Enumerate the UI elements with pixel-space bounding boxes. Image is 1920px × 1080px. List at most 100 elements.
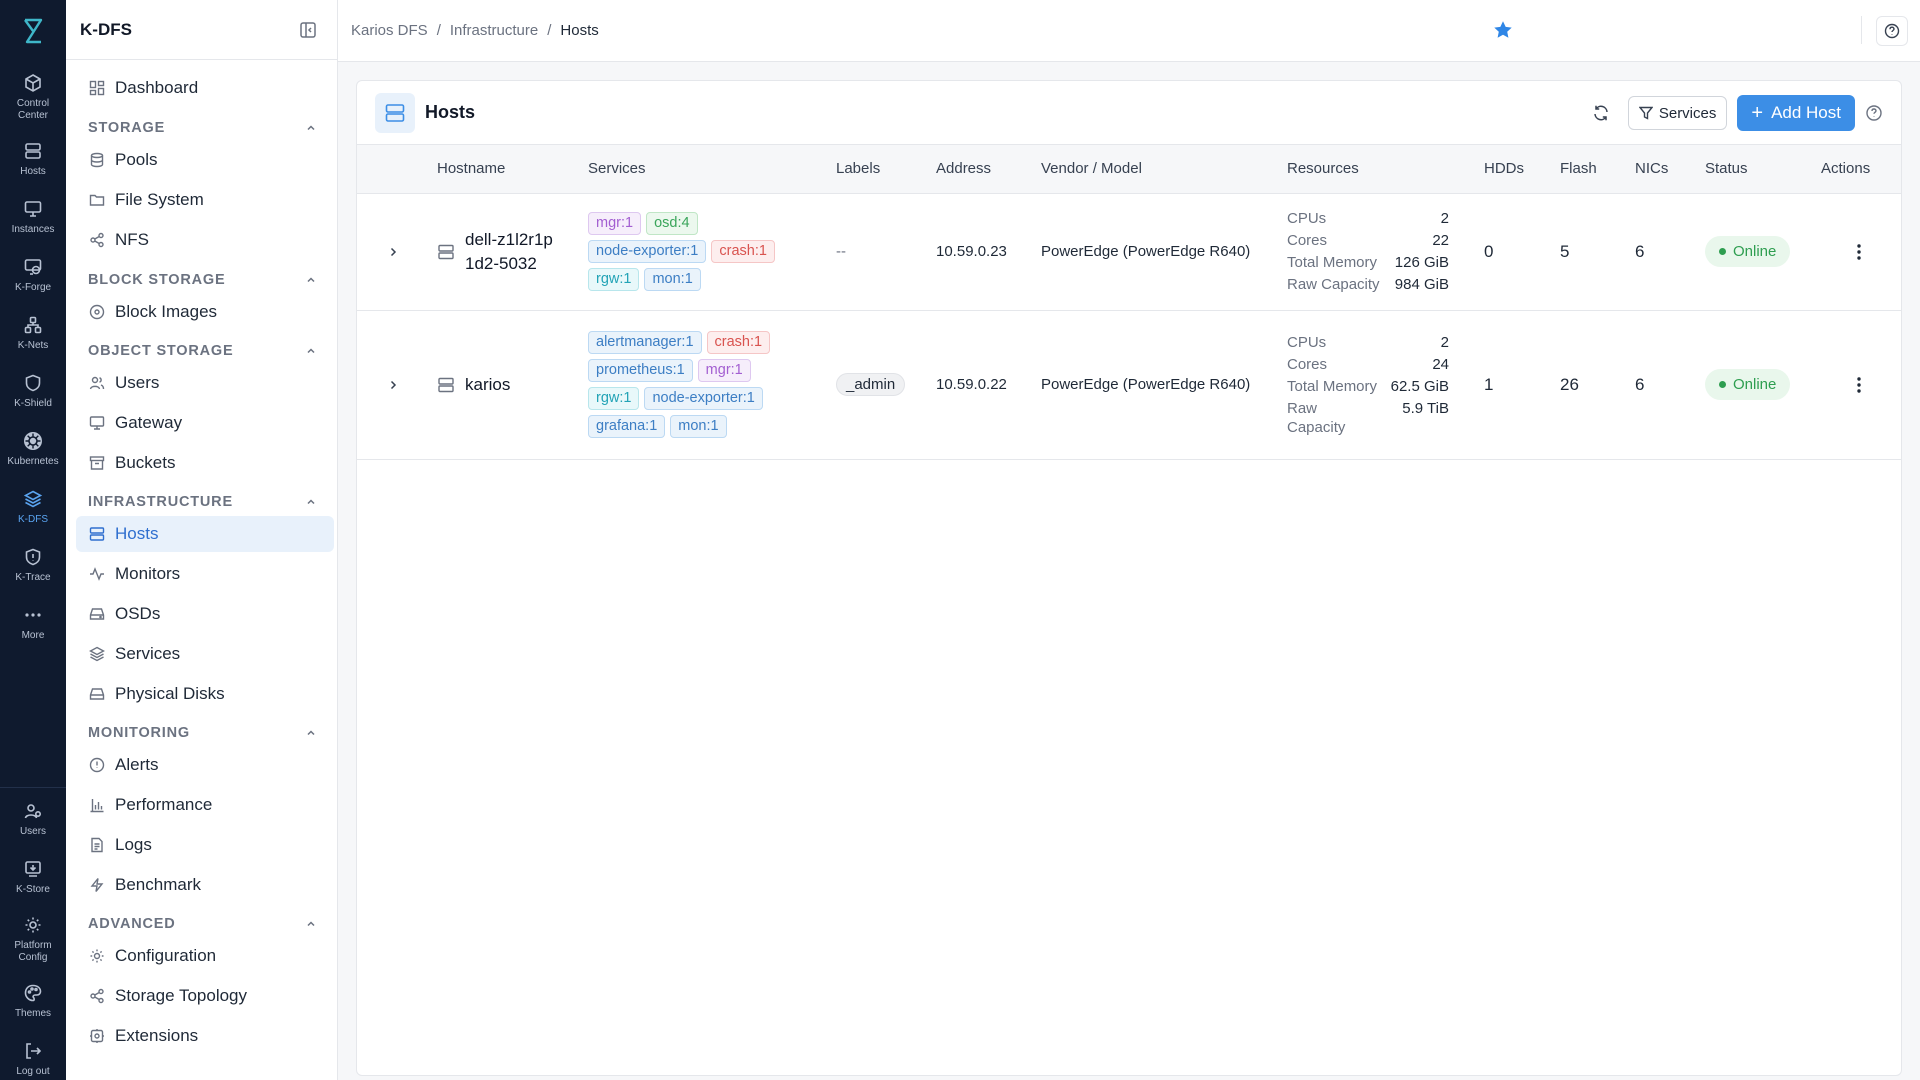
sidebar-collapse-icon[interactable] xyxy=(299,21,317,39)
column-header[interactable]: Vendor / Model xyxy=(1041,145,1287,193)
sidebar-item-osds[interactable]: OSDs xyxy=(76,596,334,632)
rail-kubernetes[interactable]: Kubernetes xyxy=(0,430,66,468)
resource-value: 62.5 GiB xyxy=(1390,377,1449,395)
resource-key: Total Memory xyxy=(1287,254,1378,271)
chevron-up-icon xyxy=(305,274,317,286)
breadcrumb-item[interactable]: Infrastructure xyxy=(450,22,538,39)
sidebar-item-configuration[interactable]: Configuration xyxy=(76,938,334,974)
favorite-star-icon[interactable] xyxy=(1492,19,1514,41)
sidebar-item-performance[interactable]: Performance xyxy=(76,787,334,823)
rail-users[interactable]: Users xyxy=(0,800,66,838)
resource-key: Total Memory xyxy=(1287,377,1378,395)
rail-k-store[interactable]: K-Store xyxy=(0,858,66,896)
expand-row-chevron-right-icon[interactable] xyxy=(383,375,403,395)
column-header[interactable]: Resources xyxy=(1287,145,1484,193)
sidebar-item-alerts[interactable]: Alerts xyxy=(76,747,334,783)
rail-k-dfs[interactable]: K-DFS xyxy=(0,488,66,526)
refresh-button[interactable] xyxy=(1584,96,1618,130)
resource-key: CPUs xyxy=(1287,333,1327,351)
panel-actions: Services + Add Host xyxy=(1584,95,1883,131)
rail-control-center[interactable]: Control Center xyxy=(0,72,66,122)
sidebar-item-dashboard[interactable]: Dashboard xyxy=(76,70,334,106)
users-icon xyxy=(88,375,105,392)
sidebar-item-buckets[interactable]: Buckets xyxy=(76,445,334,481)
rail-more[interactable]: More xyxy=(0,604,66,642)
column-header[interactable]: Status xyxy=(1705,145,1821,193)
info-icon[interactable] xyxy=(1865,104,1883,122)
sidebar-item-block-images[interactable]: Block Images xyxy=(76,294,334,330)
breadcrumb-separator: / xyxy=(436,22,441,39)
rail-k-forge[interactable]: K-Forge xyxy=(0,256,66,294)
section-monitoring[interactable]: MONITORING xyxy=(88,723,317,743)
rail-divider xyxy=(0,787,66,788)
breadcrumb-item[interactable]: Karios DFS xyxy=(351,22,428,39)
k-dfs-logo[interactable] xyxy=(0,12,66,50)
breadcrumb: Karios DFS / Infrastructure / Hosts xyxy=(351,22,599,39)
sidebar-item-benchmark[interactable]: Benchmark xyxy=(76,867,334,903)
sidebar-item-monitors[interactable]: Monitors xyxy=(76,556,334,592)
sidebar-item-pools[interactable]: Pools xyxy=(76,142,334,178)
column-header[interactable]: Services xyxy=(588,145,836,193)
rail-k-shield[interactable]: K-Shield xyxy=(0,372,66,410)
sidebar-item-services[interactable]: Services xyxy=(76,636,334,672)
sidebar-item-label: Storage Topology xyxy=(115,986,248,1005)
sidebar-item-storage-topology[interactable]: Storage Topology xyxy=(76,978,334,1014)
hard-drive-icon xyxy=(88,606,105,623)
sidebar-item-extensions[interactable]: Extensions xyxy=(76,1018,334,1054)
share-icon xyxy=(88,232,105,249)
hostname[interactable]: karios xyxy=(465,373,561,397)
rail-k-trace[interactable]: K-Trace xyxy=(0,546,66,584)
service-tag: rgw:1 xyxy=(588,268,640,291)
row-actions-kebab-icon[interactable] xyxy=(1849,240,1869,264)
disc-icon xyxy=(88,304,105,321)
section-object-storage[interactable]: OBJECT STORAGE xyxy=(88,341,317,361)
cube-icon xyxy=(22,72,44,94)
rail-themes[interactable]: Themes xyxy=(0,982,66,1020)
service-tag: mon:1 xyxy=(670,415,727,438)
services-filter-button[interactable]: Services xyxy=(1627,96,1728,130)
row-actions-kebab-icon[interactable] xyxy=(1849,373,1869,397)
section-advanced[interactable]: ADVANCED xyxy=(88,914,317,934)
rail-log-out[interactable]: Log out xyxy=(0,1040,66,1078)
rail-k-nets[interactable]: K-Nets xyxy=(0,314,66,352)
help-button[interactable] xyxy=(1876,16,1908,46)
add-host-button[interactable]: + Add Host xyxy=(1737,95,1855,131)
expand-row-chevron-right-icon[interactable] xyxy=(383,242,403,262)
table-row[interactable]: dell-z1l2r1p1d2-5032 mgr:1 osd:4 node-ex… xyxy=(357,193,1901,310)
sidebar-item-label: Physical Disks xyxy=(115,684,225,703)
section-storage[interactable]: STORAGE xyxy=(88,118,317,138)
resource-value: 22 xyxy=(1432,232,1449,249)
column-header[interactable]: NICs xyxy=(1635,145,1705,193)
sidebar-item-physical-disks[interactable]: Physical Disks xyxy=(76,676,334,712)
service-tag: grafana:1 xyxy=(588,415,666,438)
rail-hosts[interactable]: Hosts xyxy=(0,140,66,178)
panel-header: Hosts Services + Add Host xyxy=(357,81,1901,145)
column-header[interactable]: Address xyxy=(936,145,1041,193)
sidebar-item-hosts[interactable]: Hosts xyxy=(76,516,334,552)
sidebar-item-nfs[interactable]: NFS xyxy=(76,222,334,258)
sidebar-item-label: Performance xyxy=(115,795,213,814)
table-row[interactable]: karios alertmanager:1 crash:1 prometheus… xyxy=(357,310,1901,459)
sidebar-item-gateway[interactable]: Gateway xyxy=(76,405,334,441)
address-value: 10.59.0.22 xyxy=(936,376,1007,393)
vendor-model-value: PowerEdge (PowerEdge R640) xyxy=(1041,243,1251,260)
column-header[interactable]: Hostname xyxy=(437,145,588,193)
hard-drive-icon xyxy=(88,686,105,703)
sidebar-item-users[interactable]: Users xyxy=(76,365,334,401)
rail-instances[interactable]: Instances xyxy=(0,198,66,236)
chevron-up-icon xyxy=(305,345,317,357)
section-infrastructure[interactable]: INFRASTRUCTURE xyxy=(88,492,317,512)
column-header[interactable]: Flash xyxy=(1560,145,1635,193)
section-block-storage[interactable]: BLOCK STORAGE xyxy=(88,270,317,290)
sidebar-item-file-system[interactable]: File System xyxy=(76,182,334,218)
help-icon xyxy=(1884,23,1900,39)
hostname[interactable]: dell-z1l2r1p1d2-5032 xyxy=(465,228,561,276)
rail-platform-config[interactable]: Platform Config xyxy=(0,914,66,964)
sidebar-item-logs[interactable]: Logs xyxy=(76,827,334,863)
dashboard-icon xyxy=(88,80,105,97)
column-header[interactable]: Labels xyxy=(836,145,936,193)
sidebar-item-label: Users xyxy=(115,373,160,392)
resource-value: 5.9 TiB xyxy=(1402,399,1449,417)
breadcrumb-separator: / xyxy=(547,22,552,39)
column-header[interactable]: HDDs xyxy=(1484,145,1560,193)
